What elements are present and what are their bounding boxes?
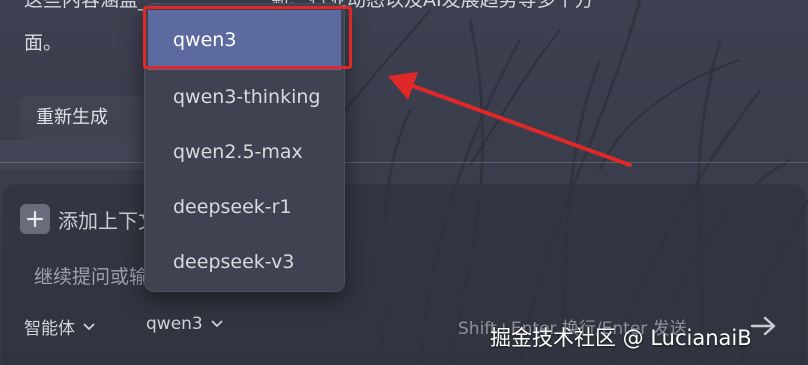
add-context-label: 添加上下文 (58, 208, 158, 233)
model-option-qwen3-thinking[interactable]: qwen3-thinking (145, 70, 344, 125)
model-option-deepseek-r1[interactable]: deepseek-r1 (145, 180, 344, 235)
answer-text-line1: 这些内容涵盖______________新、行业动态以及AI发展趋势等多个方 (24, 0, 784, 16)
model-dropdown: qwen3 qwen3-thinking qwen2.5-max deepsee… (144, 3, 345, 292)
chevron-down-icon (211, 320, 223, 328)
send-button[interactable] (748, 312, 780, 340)
arrow-right-icon (750, 316, 776, 336)
model-option-qwen3[interactable]: qwen3 (148, 10, 341, 70)
model-option-deepseek-v3[interactable]: deepseek-v3 (145, 235, 344, 290)
model-selector-label: qwen3 (146, 314, 203, 334)
model-option-qwen2-5-max[interactable]: qwen2.5-max (145, 125, 344, 180)
add-context-button[interactable]: 添加上下文 (20, 204, 158, 234)
answer-text-line2: 面。 (24, 32, 63, 54)
watermark: 掘金技术社区 @ LucianaiB (490, 326, 752, 350)
agent-selector-label: 智能体 (24, 319, 75, 339)
plus-icon (20, 204, 50, 234)
model-selector[interactable]: qwen3 (146, 314, 223, 334)
annotation-arrow (388, 72, 632, 167)
chat-app: 这些内容涵盖______________新、行业动态以及AI发展趋势等多个方 面… (0, 0, 808, 365)
chevron-down-icon (83, 322, 95, 330)
divider (0, 162, 808, 163)
agent-selector[interactable]: 智能体 (24, 314, 95, 339)
